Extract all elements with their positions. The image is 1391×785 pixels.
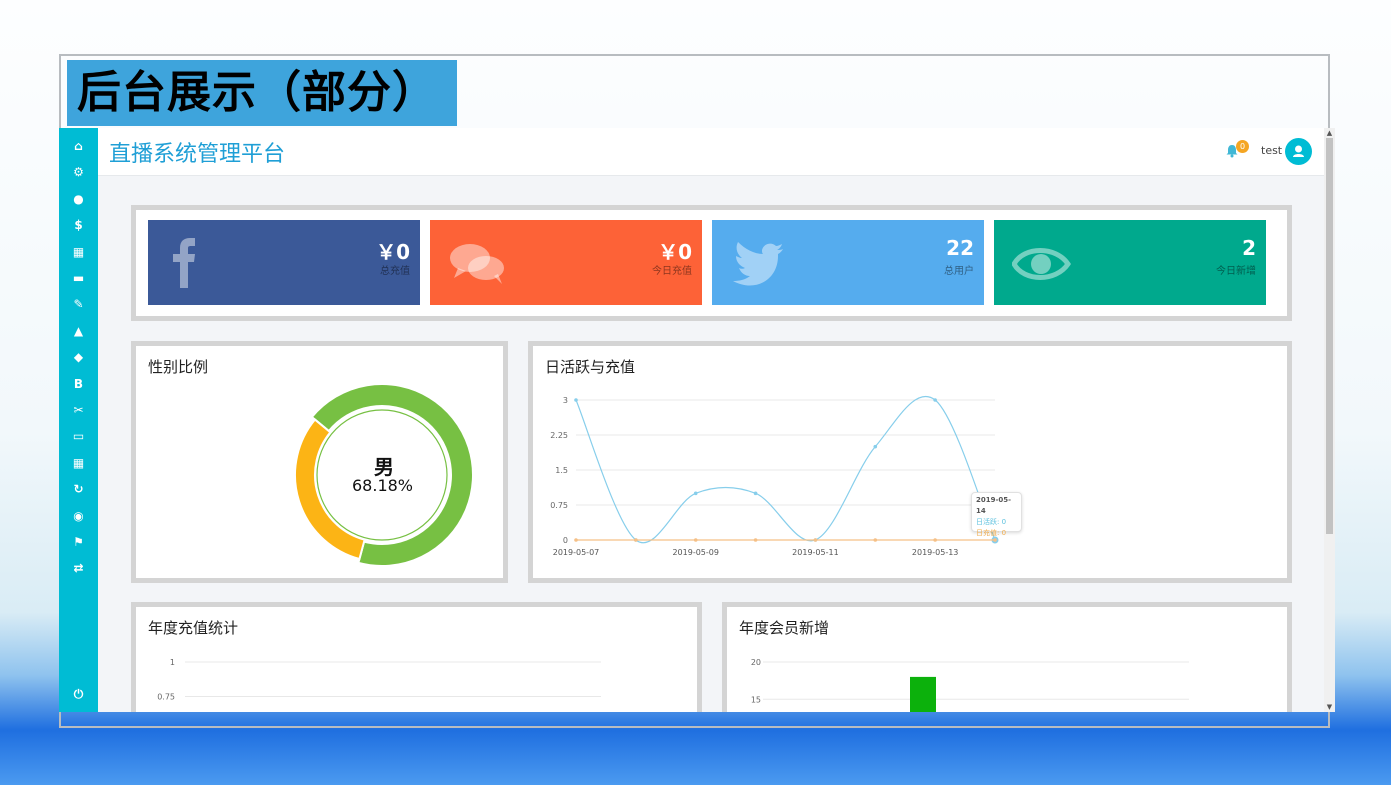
user-icon [1293, 145, 1304, 157]
app-window: ⌂ ⚙ ● $ ▦ ▬ ✎ ▲ ◆ B ✂ ▭ ▦ ↻ ◉ ⚑ ⇄ ⏻ 直播系统管理平台 0 test ▲ ▼ ￥… [59, 128, 1335, 712]
data-point[interactable] [693, 538, 698, 542]
data-point[interactable] [574, 398, 578, 402]
stat-label: 总充值 [380, 266, 410, 277]
data-point[interactable] [753, 491, 758, 496]
warning-icon[interactable]: ▲ [59, 321, 98, 341]
dollar-icon[interactable]: $ [59, 215, 98, 235]
data-point[interactable] [813, 538, 818, 542]
power-icon[interactable]: ⏻ [59, 684, 98, 704]
stats-panel: ￥0 总充值 ￥0 今日充值 22 总用户 2 今日新增 [131, 205, 1292, 321]
stat-label: 今日充值 [652, 266, 692, 277]
tooltip-date: 2019-05-14 [976, 496, 1012, 515]
avatar[interactable] [1285, 138, 1312, 165]
stat-value: 2 [1242, 236, 1256, 260]
data-point[interactable] [574, 538, 578, 542]
stat-value: ￥0 [658, 240, 692, 264]
data-point[interactable] [873, 538, 878, 542]
scroll-up-arrow-icon[interactable]: ▲ [1324, 128, 1335, 138]
sidebar: ⌂ ⚙ ● $ ▦ ▬ ✎ ▲ ◆ B ✂ ▭ ▦ ↻ ◉ ⚑ ⇄ ⏻ [59, 128, 98, 712]
cogs-icon[interactable]: ⚙ [59, 162, 98, 182]
stat-label: 总用户 [944, 266, 974, 277]
x-tick-label: 2019-05-13 [912, 548, 959, 557]
yearly-members-panel: 年度会员新增 20 15 [722, 602, 1292, 712]
x-tick-label: 2019-05-09 [672, 548, 719, 557]
y-tick-label: 0.75 [550, 501, 568, 510]
stat-tile-0[interactable]: ￥0 总充值 [148, 220, 420, 305]
bar[interactable] [910, 676, 936, 712]
notification-badge: 0 [1236, 140, 1249, 153]
stat-tile-3[interactable]: 2 今日新增 [994, 220, 1266, 305]
y-tick-label: 1.5 [555, 466, 568, 475]
scrollbar-thumb[interactable] [1326, 138, 1333, 534]
flag-icon[interactable]: ⚑ [59, 532, 98, 552]
comments-icon [450, 244, 504, 284]
refresh-icon[interactable]: ↻ [59, 479, 98, 499]
x-tick-label: 2019-05-07 [553, 548, 600, 557]
gender-donut-chart [294, 383, 474, 567]
stat-tile-2[interactable]: 22 总用户 [712, 220, 984, 305]
donut-center-percent: 68.18% [352, 476, 414, 495]
yearly-recharge-panel: 年度充值统计 1 0.75 [131, 602, 702, 712]
gift-icon[interactable]: ▦ [59, 242, 98, 262]
facebook-icon [173, 238, 195, 288]
chart-tooltip: 2019-05-14 日活跃: 0 日充值: 0 [971, 492, 1022, 537]
wrench-icon[interactable]: ✂ [59, 400, 98, 420]
grid-icon[interactable]: ▦ [59, 453, 98, 473]
piggy-bank-icon[interactable]: ◆ [59, 347, 98, 367]
app-title: 直播系统管理平台 [109, 142, 286, 167]
stat-value: ￥0 [376, 240, 410, 264]
daily-activity-panel: 日活跃与充值 0 0.75 1.5 2.25 3 2019-05-07 2019-05-09… [528, 341, 1292, 583]
retweet-icon[interactable]: ⇄ [59, 558, 98, 578]
x-tick-label: 2019-05-11 [792, 548, 839, 557]
y-tick-label: 20 [751, 658, 761, 667]
y-tick-label: 2.25 [550, 431, 568, 440]
y-tick-label: 0.75 [157, 693, 175, 702]
slide-title: 后台展示（部分） [67, 60, 457, 126]
yearly-recharge-chart: 10.75 [157, 658, 601, 702]
folder-icon[interactable]: ▭ [59, 426, 98, 446]
stat-label: 今日新增 [1216, 266, 1256, 277]
scrollbar[interactable]: ▲ ▼ [1324, 128, 1335, 712]
daily-activity-chart: 0 0.75 1.5 2.25 3 2019-05-07 2019-05-09 2019-05… [550, 396, 999, 557]
globe-icon[interactable]: ◉ [59, 506, 98, 526]
stat-tile-1[interactable]: ￥0 今日充值 [430, 220, 702, 305]
monitor-icon[interactable]: ▬ [59, 268, 98, 288]
data-point[interactable] [933, 398, 937, 402]
data-point[interactable] [753, 538, 758, 542]
tooltip-line1: 日活跃: 0 [976, 518, 1007, 526]
yearly-members-chart: 2015 [751, 658, 1189, 712]
user-icon[interactable]: ● [59, 189, 98, 209]
tooltip-line2: 日充值: 0 [976, 529, 1007, 537]
data-point[interactable] [634, 538, 638, 542]
twitter-icon [733, 242, 783, 286]
y-tick-label: 15 [751, 695, 761, 704]
gender-panel: 性别比例 男 68.18% [131, 341, 508, 583]
y-tick-label: 3 [563, 396, 568, 405]
top-bar: 直播系统管理平台 0 test [98, 128, 1324, 176]
y-tick-label: 1 [170, 658, 175, 667]
username[interactable]: test [1261, 144, 1282, 157]
bitcoin-icon[interactable]: B [59, 374, 98, 394]
paperclip-icon[interactable]: ✎ [59, 294, 98, 314]
eye-icon [1012, 248, 1072, 280]
y-tick-label: 0 [563, 536, 568, 545]
data-point[interactable] [693, 491, 698, 496]
home-icon[interactable]: ⌂ [59, 136, 98, 156]
stat-value: 22 [946, 236, 974, 260]
data-point[interactable] [933, 538, 937, 542]
scroll-down-arrow-icon[interactable]: ▼ [1324, 702, 1335, 712]
data-point[interactable] [873, 444, 878, 449]
